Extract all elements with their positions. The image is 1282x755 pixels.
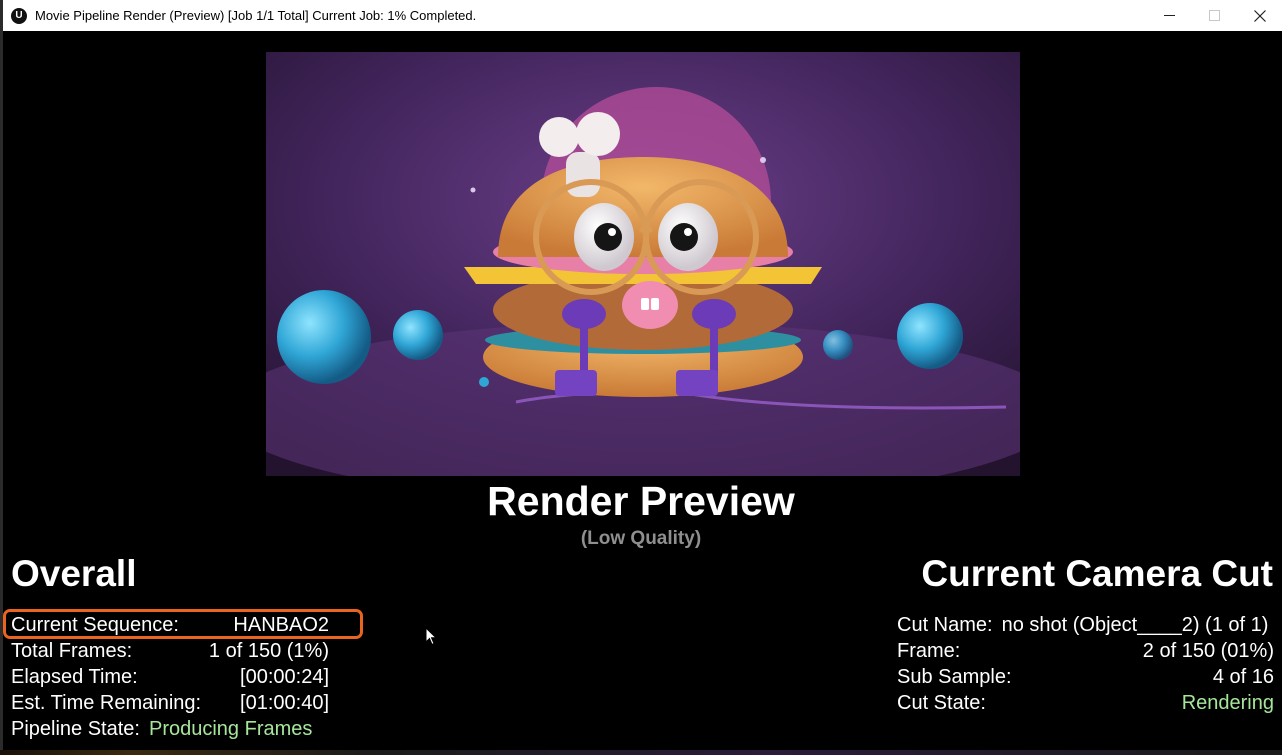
stat-value: 4 of 16 <box>1212 665 1274 688</box>
cut-state-value: Rendering <box>1181 691 1274 714</box>
close-button[interactable] <box>1237 0 1282 31</box>
window-title: Movie Pipeline Render (Preview) [Job 1/1… <box>35 8 477 23</box>
render-preview-title: Render Preview <box>487 478 795 524</box>
maximize-icon <box>1209 10 1220 21</box>
title-bar[interactable]: U Movie Pipeline Render (Preview) [Job 1… <box>3 0 1282 31</box>
current-sequence-row: Current Sequence: HANBAO2 <box>11 612 329 638</box>
sub-sample-row: Sub Sample: 4 of 16 <box>897 664 1274 690</box>
stat-label: Pipeline State: <box>11 717 140 740</box>
render-preview-subtitle: (Low Quality) <box>580 528 702 549</box>
maximize-button[interactable] <box>1192 0 1237 31</box>
cut-state-row: Cut State: Rendering <box>897 690 1274 716</box>
window-controls <box>1147 0 1282 31</box>
close-icon <box>1253 9 1266 22</box>
overall-section-title: Overall <box>11 553 137 594</box>
stat-value: 1 of 150 (1%) <box>208 639 329 662</box>
stat-label: Current Sequence: <box>11 613 179 636</box>
stat-label: Frame: <box>897 639 961 662</box>
window-frame-left <box>0 0 3 755</box>
frame-row: Frame: 2 of 150 (01%) <box>897 638 1274 664</box>
minimize-icon <box>1164 15 1175 16</box>
cut-name-row: Cut Name: no shot (Object____2) (1 of 1) <box>897 612 1274 638</box>
stat-label: Cut State: <box>897 691 986 714</box>
minimize-button[interactable] <box>1147 0 1192 31</box>
stat-value: [00:00:24] <box>240 665 329 688</box>
elapsed-time-row: Elapsed Time: [00:00:24] <box>11 664 329 690</box>
pipeline-state-row: Pipeline State: Producing Frames <box>11 716 329 742</box>
unreal-logo-icon: U <box>11 7 27 24</box>
taskbar-edge <box>0 750 1282 755</box>
burger-character-illustration <box>266 52 1020 476</box>
stat-value: HANBAO2 <box>233 613 329 636</box>
stat-label: Sub Sample: <box>897 665 1012 688</box>
stat-value: no shot (Object____2) (1 of 1) <box>1001 613 1269 636</box>
stat-label: Elapsed Time: <box>11 665 138 688</box>
stat-label: Total Frames: <box>11 639 133 662</box>
stat-label: Cut Name: <box>897 613 993 636</box>
camera-cut-section-title: Current Camera Cut <box>921 553 1273 594</box>
stat-value: [01:00:40] <box>240 691 329 714</box>
time-remaining-row: Est. Time Remaining: [01:00:40] <box>11 690 329 716</box>
stat-label: Est. Time Remaining: <box>11 691 202 714</box>
total-frames-row: Total Frames: 1 of 150 (1%) <box>11 638 329 664</box>
pipeline-state-value: Producing Frames <box>148 717 313 740</box>
mouse-cursor-icon <box>425 626 438 651</box>
render-preview-image <box>266 52 1020 476</box>
stat-value: 2 of 150 (01%) <box>1142 639 1274 662</box>
